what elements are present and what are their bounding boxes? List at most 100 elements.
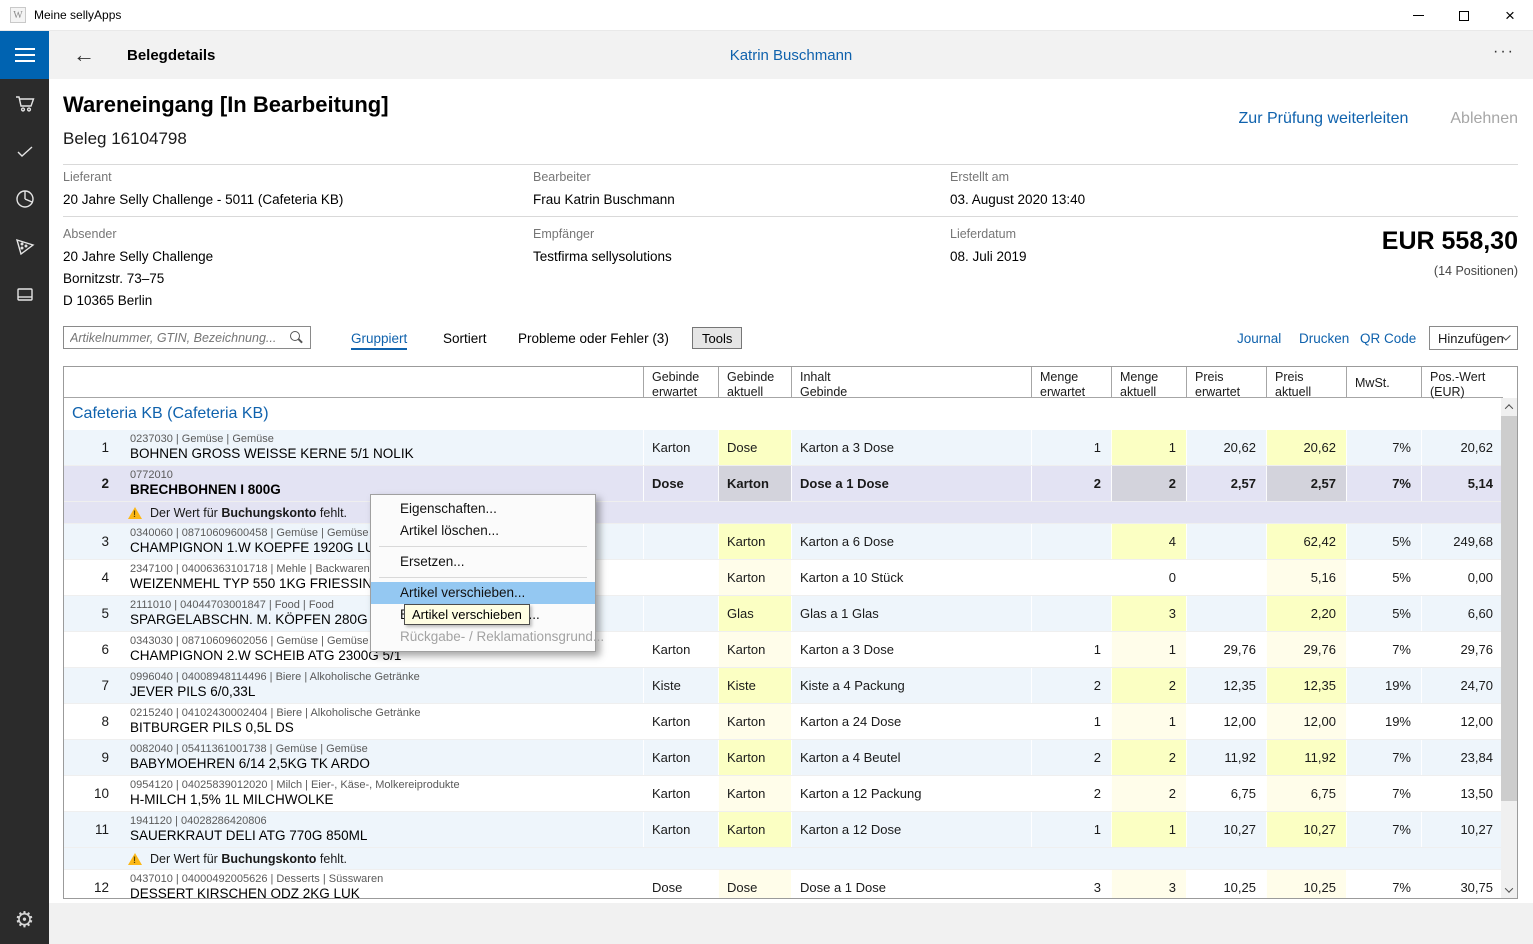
cell-menge-aktuell[interactable]: 3 — [1111, 596, 1186, 631]
cell-gebinde-aktuell[interactable]: Karton — [718, 560, 791, 595]
more-options-icon[interactable]: ··· — [1493, 43, 1515, 61]
cell-menge-aktuell[interactable]: 2 — [1111, 668, 1186, 703]
cell-gebinde-aktuell[interactable]: Karton — [718, 524, 791, 559]
cell-menge-aktuell[interactable]: 4 — [1111, 524, 1186, 559]
book-icon[interactable] — [0, 271, 49, 319]
group-header[interactable]: Cafeteria KB (Cafeteria KB) — [64, 398, 1503, 430]
menu-item[interactable]: Eigenschaften... — [371, 498, 595, 520]
table-row[interactable]: 42347100 | 04006363101718 | Mehle | Back… — [64, 560, 1503, 596]
table-row[interactable]: 60343030 | 08710609602056 | Gemüse | Gem… — [64, 632, 1503, 668]
cell-preis-aktuell[interactable]: 2,20 — [1266, 596, 1346, 631]
menu-item-highlighted[interactable]: Artikel verschieben... — [371, 582, 595, 604]
pizza-icon[interactable] — [0, 223, 49, 271]
menu-item[interactable]: Artikel löschen... — [371, 520, 595, 542]
table-row[interactable]: 80215240 | 04102430002404 | Biere | Alko… — [64, 704, 1503, 740]
article-meta: 0772010 — [130, 469, 643, 481]
cell-preis-aktuell[interactable]: 11,92 — [1266, 740, 1346, 775]
cell-preis-aktuell[interactable]: 6,75 — [1266, 776, 1346, 811]
cell-inhalt-gebinde[interactable]: Karton a 3 Dose — [791, 632, 1031, 667]
cell-menge-aktuell[interactable]: 1 — [1111, 632, 1186, 667]
table-row[interactable]: 30340060 | 08710609600458 | Gemüse | Gem… — [64, 524, 1503, 560]
filter-problems[interactable]: Probleme oder Fehler (3) — [518, 331, 669, 346]
print-link[interactable]: Drucken — [1299, 331, 1349, 346]
cell-inhalt-gebinde[interactable]: Karton a 6 Dose — [791, 524, 1031, 559]
cell-preis-aktuell[interactable]: 10,25 — [1266, 870, 1346, 899]
cell-menge-aktuell[interactable]: 0 — [1111, 560, 1186, 595]
cell-menge-aktuell[interactable]: 1 — [1111, 812, 1186, 847]
close-button[interactable]: × — [1487, 0, 1533, 31]
menu-item-obscured[interactable]: BArtikel verschiebenn... — [371, 604, 595, 626]
cell-preis-aktuell[interactable]: 12,00 — [1266, 704, 1346, 739]
cell-inhalt-gebinde[interactable]: Karton a 12 Packung — [791, 776, 1031, 811]
cell-menge-erwartet — [1031, 560, 1111, 595]
scroll-up-arrow[interactable] — [1501, 398, 1517, 415]
cell-gebinde-aktuell[interactable]: Dose — [718, 870, 791, 899]
table-row[interactable]: 52111010 | 04044703001847 | Food | FoodS… — [64, 596, 1503, 632]
cell-inhalt-gebinde[interactable]: Dose a 1 Dose — [791, 870, 1031, 899]
cell-inhalt-gebinde[interactable]: Kiste a 4 Packung — [791, 668, 1031, 703]
cell-menge-aktuell[interactable]: 2 — [1111, 776, 1186, 811]
cell-inhalt-gebinde[interactable]: Karton a 24 Dose — [791, 704, 1031, 739]
cell-preis-aktuell[interactable]: 20,62 — [1266, 430, 1346, 465]
menu-item[interactable]: Ersetzen... — [371, 551, 595, 573]
checkmark-icon[interactable] — [0, 127, 49, 175]
search-box[interactable] — [63, 326, 311, 349]
table-row[interactable]: 120437010 | 04000492005626 | Desserts | … — [64, 870, 1503, 899]
cell-preis-aktuell[interactable]: 2,57 — [1266, 466, 1346, 501]
cell-gebinde-aktuell[interactable]: Karton — [718, 812, 791, 847]
cell-gebinde-aktuell[interactable]: Karton — [718, 704, 791, 739]
settings-gear-icon[interactable]: ⚙ — [0, 900, 49, 940]
cell-preis-aktuell[interactable]: 10,27 — [1266, 812, 1346, 847]
cell-inhalt-gebinde[interactable]: Glas a 1 Glas — [791, 596, 1031, 631]
reject-button[interactable]: Ablehnen — [1450, 110, 1518, 127]
table-row[interactable]: 10237030 | Gemüse | GemüseBOHNEN GROSS W… — [64, 430, 1503, 466]
cell-inhalt-gebinde[interactable]: Karton a 4 Beutel — [791, 740, 1031, 775]
search-icon[interactable] — [288, 330, 304, 346]
cell-gebinde-aktuell[interactable]: Karton — [718, 776, 791, 811]
scrollbar-thumb[interactable] — [1501, 416, 1517, 801]
cart-icon[interactable] — [0, 79, 49, 127]
cell-inhalt-gebinde[interactable]: Karton a 12 Dose — [791, 812, 1031, 847]
cell-gebinde-aktuell[interactable]: Dose — [718, 430, 791, 465]
add-button[interactable]: Hinzufügen — [1429, 326, 1518, 350]
table-row[interactable]: 70996040 | 04008948114496 | Biere | Alko… — [64, 668, 1503, 704]
cell-menge-aktuell[interactable]: 2 — [1111, 466, 1186, 501]
back-arrow-icon[interactable]: ← — [73, 42, 95, 68]
qr-code-link[interactable]: QR Code — [1360, 331, 1416, 346]
search-input[interactable] — [64, 331, 288, 345]
supplier-value: 20 Jahre Selly Challenge - 5011 (Cafeter… — [63, 192, 343, 207]
pie-chart-icon[interactable] — [0, 175, 49, 223]
cell-gebinde-aktuell[interactable]: Kiste — [718, 668, 791, 703]
scroll-down-arrow[interactable] — [1501, 881, 1517, 898]
table-row[interactable]: 90082040 | 05411361001738 | Gemüse | Gem… — [64, 740, 1503, 776]
cell-preis-aktuell[interactable]: 5,16 — [1266, 560, 1346, 595]
tools-button[interactable]: Tools — [692, 327, 742, 349]
maximize-button[interactable] — [1441, 0, 1487, 31]
forward-for-review-button[interactable]: Zur Prüfung weiterleiten — [1239, 110, 1409, 127]
table-row[interactable]: 20772010BRECHBOHNEN I 800GDoseKartonDose… — [64, 466, 1503, 502]
minimize-button[interactable] — [1395, 0, 1441, 31]
filter-grouped[interactable]: Gruppiert — [351, 331, 407, 350]
cell-gebinde-aktuell[interactable]: Karton — [718, 466, 791, 501]
hamburger-menu-button[interactable] — [0, 31, 49, 79]
journal-link[interactable]: Journal — [1237, 331, 1281, 346]
cell-preis-aktuell[interactable]: 62,42 — [1266, 524, 1346, 559]
cell-preis-erwartet — [1186, 560, 1266, 595]
cell-preis-erwartet — [1186, 524, 1266, 559]
cell-menge-aktuell[interactable]: 1 — [1111, 430, 1186, 465]
vertical-scrollbar[interactable] — [1501, 398, 1517, 898]
cell-preis-aktuell[interactable]: 12,35 — [1266, 668, 1346, 703]
cell-gebinde-aktuell[interactable]: Glas — [718, 596, 791, 631]
table-row[interactable]: 111941120 | 04028286420806SAUERKRAUT DEL… — [64, 812, 1503, 848]
cell-gebinde-aktuell[interactable]: Karton — [718, 740, 791, 775]
cell-preis-aktuell[interactable]: 29,76 — [1266, 632, 1346, 667]
cell-inhalt-gebinde[interactable]: Karton a 3 Dose — [791, 430, 1031, 465]
cell-menge-aktuell[interactable]: 3 — [1111, 870, 1186, 899]
table-row[interactable]: 100954120 | 04025839012020 | Milch | Eie… — [64, 776, 1503, 812]
cell-menge-aktuell[interactable]: 1 — [1111, 704, 1186, 739]
cell-inhalt-gebinde[interactable]: Karton a 10 Stück — [791, 560, 1031, 595]
cell-gebinde-aktuell[interactable]: Karton — [718, 632, 791, 667]
cell-menge-aktuell[interactable]: 2 — [1111, 740, 1186, 775]
cell-inhalt-gebinde[interactable]: Dose a 1 Dose — [791, 466, 1031, 501]
filter-sorted[interactable]: Sortiert — [443, 331, 487, 346]
